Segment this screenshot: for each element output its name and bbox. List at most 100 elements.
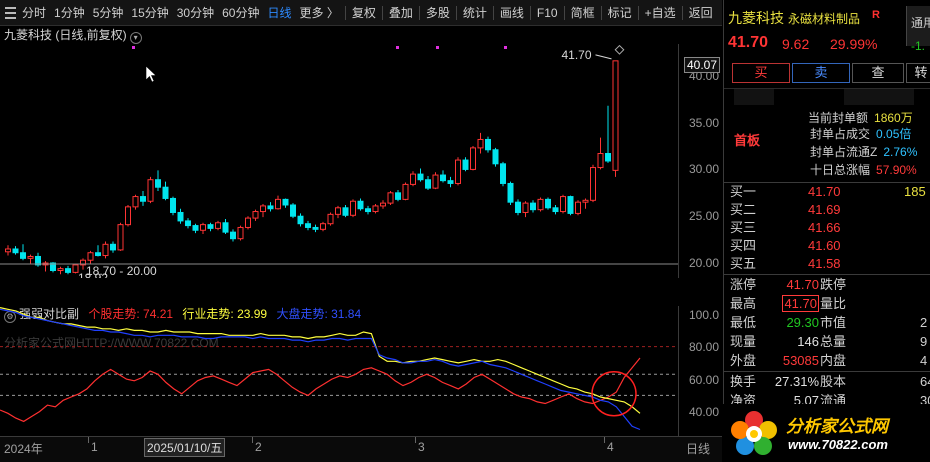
bid-price: 41.66 [808,220,841,235]
candle-body [155,179,161,188]
candle [35,252,41,267]
bid-row[interactable]: 买五 41.58 [724,255,930,273]
event-marker [396,46,399,49]
candle-body [87,252,94,261]
buy-button[interactable]: 买 [732,63,790,83]
date-label-month-1: 1 [91,440,98,454]
seal-section: 首板 当前封单额 1860万 封单占成交 0.05倍 封单占流通Z 2.76% 十日总… [724,106,930,182]
strength-chart[interactable] [0,306,678,436]
candle [605,105,611,163]
chevron-down-icon[interactable]: ▾ [129,32,142,44]
draw-line-button[interactable]: 画线 [496,0,528,26]
tab-timeshare[interactable]: 分时 [18,0,50,26]
divider [563,5,565,20]
multi-stock-button[interactable]: 多股 [422,0,454,26]
query-button[interactable]: 查 [852,63,904,83]
panel-tab[interactable] [844,89,914,105]
candle [215,220,221,231]
candle-body [290,204,296,217]
candle-body [20,252,26,259]
bid-row[interactable]: 买一 41.70 185 [724,183,930,201]
tab-15min[interactable]: 15分钟 [127,0,172,26]
series-line-1 [0,307,641,414]
statistics-button[interactable]: 统计 [459,0,491,26]
back-button[interactable]: 返回 [685,0,717,26]
candle-body [522,202,529,213]
candle-body [140,196,146,202]
add-watchlist-button[interactable]: +自选 [641,0,680,26]
candle [395,190,401,202]
tab-1min[interactable]: 1分钟 [50,0,89,26]
candle [230,229,236,242]
seal-vs-float-label: 封单占流通Z [810,145,878,159]
candle [87,250,94,264]
restore-button[interactable]: 复权 [348,0,380,26]
current-price: 41.70 [728,34,769,51]
main-chart-title[interactable]: 九菱科技 (日线,前复权) ▾ [4,27,142,44]
candle [350,199,356,218]
candle [177,208,184,224]
candle-body [537,198,544,211]
tab-more[interactable]: 更多 〉 [295,0,342,26]
seal-amount-value: 1860万 [874,111,913,125]
tab-60min[interactable]: 60分钟 [218,0,263,26]
low-label: 最低 [730,315,757,330]
sub-tick: 100.0 [688,307,719,322]
volume-ratio-label: 量比 [820,296,847,311]
event-marker [132,46,135,49]
candle-body [177,211,184,222]
seal-vs-turnover-row: 封单占成交 0.05倍 [810,126,911,142]
tab-general[interactable]: 通用 -1. [906,6,930,53]
candle-body [357,200,364,210]
candle-body [372,205,379,213]
period-label[interactable]: 日线 [686,440,710,457]
bid-row[interactable]: 买四 41.60 [724,237,930,255]
menu-icon[interactable] [4,0,18,26]
candle-body [335,207,341,215]
candle-body [395,192,401,200]
candle-body [222,222,229,233]
candle [612,60,619,177]
candle-body [507,182,514,203]
turnover-label: 换手 [730,374,757,389]
stock-sector[interactable]: 永磁材料制品 [788,10,860,27]
bid-row[interactable]: 买三 41.66 [724,219,930,237]
mark-button[interactable]: 标记 [604,0,636,26]
date-label-2024: 2024年 [4,442,43,456]
tab-30min[interactable]: 30分钟 [173,0,218,26]
overlay-button[interactable]: 叠加 [385,0,417,26]
simple-frame-button[interactable]: 简框 [567,0,599,26]
candle-body [545,198,551,209]
candle [20,244,26,261]
date-label-month-2: 2 [255,440,262,454]
tab-5min[interactable]: 5分钟 [89,0,128,26]
tab-daily[interactable]: 日线 [263,0,295,26]
candle [507,181,514,205]
candle [485,136,491,153]
candle [117,222,124,251]
date-tick [604,437,605,443]
seal-vs-float-value: 2.76% [883,145,918,159]
candle-body [260,205,266,213]
candle [297,213,304,227]
date-tick [415,437,416,443]
candlestick-chart[interactable]: 18.70 - 20.00←18.9241.70 [0,44,678,278]
candle-body [597,153,604,169]
f10-button[interactable]: F10 [533,0,562,26]
candle-body [282,198,289,206]
bid-row[interactable]: 买二 41.69 [724,201,930,219]
total-volume-label: 总量 [820,334,847,349]
candle [327,212,334,226]
panel-tab[interactable] [734,89,774,105]
logo-text: 分析家公式网 [786,417,888,436]
candle-body [500,163,506,184]
candle [387,190,394,205]
sell-button[interactable]: 卖 [792,63,850,83]
date-label-month-4: 4 [607,440,614,454]
bid-label: 买五 [730,256,757,271]
candle [140,190,146,206]
candle-body [365,208,371,213]
sub-axis: 100.0 80.00 60.00 40.00 [678,306,722,436]
price-change: 9.62 [782,36,810,52]
transfer-button[interactable]: 转 [906,63,930,83]
